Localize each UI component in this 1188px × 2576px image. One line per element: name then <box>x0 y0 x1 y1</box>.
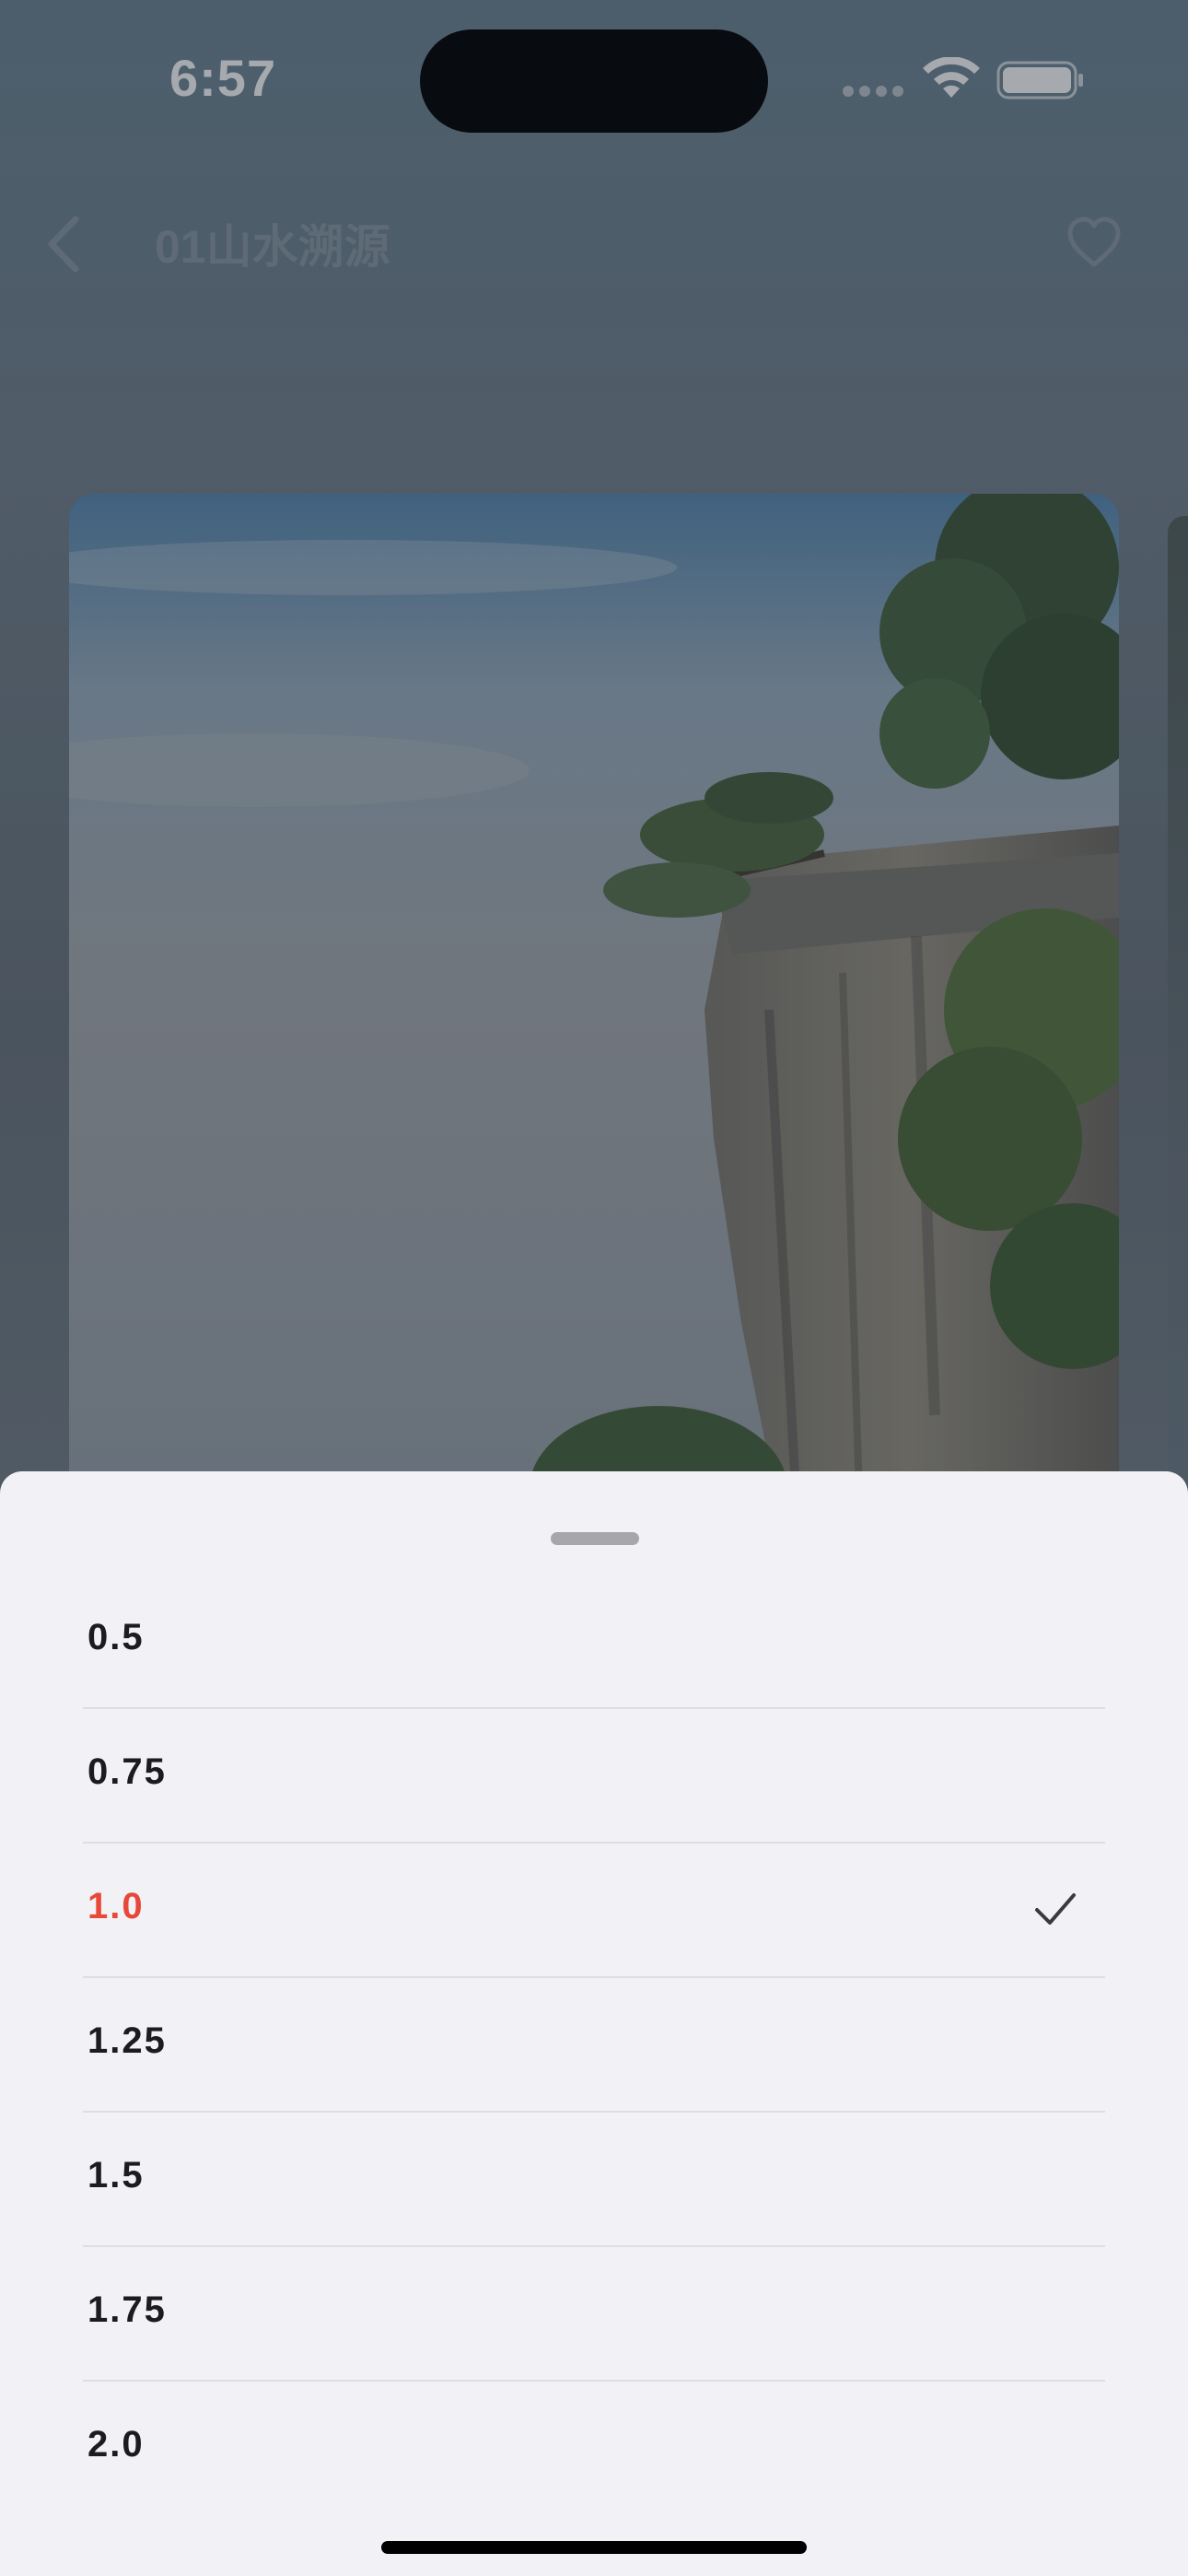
speed-option-label: 1.25 <box>87 2020 167 2061</box>
speed-option-label: 1.5 <box>87 2155 145 2195</box>
speed-option[interactable]: 1.5 <box>83 2113 1105 2247</box>
speed-option-label: 0.5 <box>87 1617 145 1657</box>
speed-option-label: 2.0 <box>87 2424 145 2465</box>
speed-option-label: 0.75 <box>87 1751 167 1792</box>
home-indicator[interactable] <box>381 2541 807 2554</box>
playback-speed-sheet: 0.5 0.75 1.0 1.25 1.5 1.75 2.0 <box>0 1471 1188 2576</box>
checkmark-icon <box>1035 1893 1076 1925</box>
speed-option[interactable]: 0.75 <box>83 1709 1105 1844</box>
speed-option[interactable]: 0.5 <box>83 1575 1105 1709</box>
speed-option[interactable]: 2.0 <box>83 2382 1105 2514</box>
speed-option-label: 1.0 <box>87 1886 145 1926</box>
speed-option-label: 1.75 <box>87 2289 167 2330</box>
speed-option-selected[interactable]: 1.0 <box>83 1844 1105 1978</box>
sheet-grabber[interactable] <box>551 1532 639 1545</box>
speed-option[interactable]: 1.75 <box>83 2247 1105 2382</box>
player-screen: 6:57 01山水溯源 0.5 0.75 1.0 1.25 1.5 1.75 2… <box>0 0 1188 2576</box>
speed-option-list: 0.5 0.75 1.0 1.25 1.5 1.75 2.0 <box>83 1575 1105 2514</box>
speed-option[interactable]: 1.25 <box>83 1978 1105 2113</box>
